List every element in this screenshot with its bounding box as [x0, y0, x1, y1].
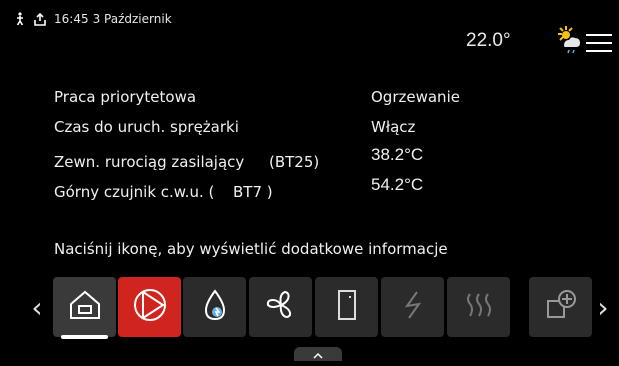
status-left: 16:45 3 Październik	[14, 12, 172, 26]
status-bar: 16:45 3 Październik 22.0°	[0, 0, 619, 54]
hot-water-sensor-value: 54.2°C	[371, 175, 424, 194]
hot-water-sensor-label: Górny czujnik c.w.u. (	[54, 183, 215, 201]
tank-icon	[335, 288, 359, 326]
floor-heating-icon	[461, 290, 497, 324]
electric-heater-tile[interactable]	[381, 277, 444, 337]
compressor-start-label: Czas do uruch. sprężarki	[54, 118, 239, 136]
sun-cloud-rain-icon	[555, 20, 581, 62]
outdoor-temperature: 22.0°	[466, 30, 511, 51]
add-tile[interactable]	[529, 277, 592, 337]
time: 16:45	[54, 12, 89, 26]
priority-value: Ogrzewanie	[371, 88, 460, 106]
floor-heating-tile[interactable]	[447, 277, 510, 337]
supply-line-label: Zewn. rurociąg zasilający	[54, 153, 245, 171]
compressor-tile[interactable]	[118, 277, 181, 337]
priority-label: Praca priorytetowa	[54, 88, 197, 106]
scroll-left-arrow[interactable]: ‹	[29, 294, 45, 322]
electric-heater-icon	[401, 288, 425, 326]
hot-water-tile[interactable]	[183, 277, 246, 337]
tank-tile[interactable]	[315, 277, 378, 337]
hint-text: Naciśnij ikonę, aby wyświetlić dodatkowe…	[54, 240, 448, 258]
upload-icon	[34, 12, 46, 26]
menu-icon[interactable]	[586, 30, 612, 54]
compressor-icon	[132, 287, 168, 327]
compressor-start-value: Włącz	[371, 118, 416, 136]
hot-water-icon	[200, 288, 230, 326]
supply-line-code: (BT25)	[269, 153, 320, 171]
hot-water-sensor-code: BT7 )	[233, 183, 273, 201]
fan-icon	[263, 288, 299, 326]
home-icon	[67, 289, 103, 325]
person-icon	[14, 12, 26, 26]
date: 3 Październik	[92, 12, 172, 26]
supply-line-value: 38.2°C	[371, 145, 424, 164]
icon-row: ‹ ›	[0, 275, 619, 341]
home-tile[interactable]	[53, 277, 116, 339]
add-icon	[543, 288, 579, 326]
selected-indicator	[61, 335, 108, 339]
scroll-right-arrow[interactable]: ›	[595, 294, 611, 322]
ventilation-tile[interactable]	[249, 277, 312, 337]
